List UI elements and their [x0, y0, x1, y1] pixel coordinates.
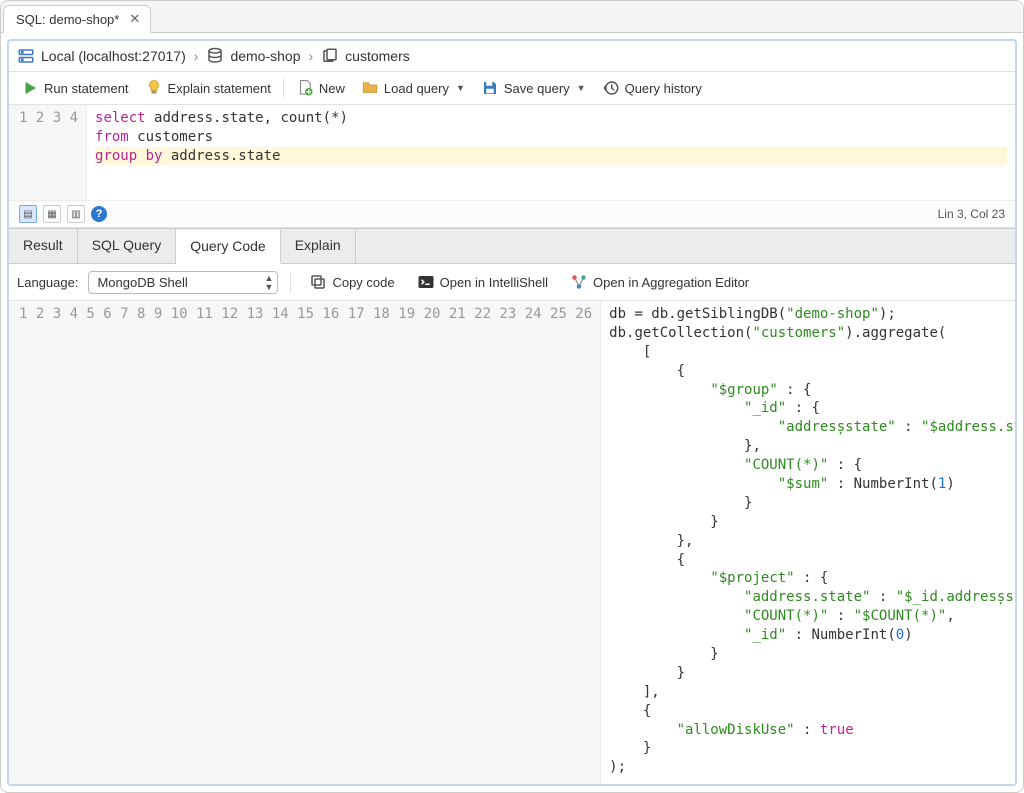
open-intellishell-button[interactable]: Open in IntelliShell [411, 270, 554, 294]
run-statement-label: Run statement [44, 81, 129, 96]
query-history-button[interactable]: Query history [596, 76, 708, 100]
sql-gutter: 1 2 3 4 [9, 105, 87, 200]
code-gutter: 1 2 3 4 5 6 7 8 9 10 11 12 13 14 15 16 1… [9, 301, 601, 784]
history-icon [602, 79, 620, 97]
toolbar: Run statement Explain statement New Load… [9, 72, 1015, 105]
language-select[interactable]: MongoDB Shell ▲▼ [88, 271, 278, 294]
collection-icon [321, 47, 339, 65]
database-icon [206, 47, 224, 65]
tab-sql-query[interactable]: SQL Query [78, 229, 177, 263]
toolbar-separator [290, 272, 291, 292]
play-icon [21, 79, 39, 97]
tab-query-code[interactable]: Query Code [176, 230, 280, 264]
save-query-label: Save query [504, 81, 570, 96]
breadcrumb-connection[interactable]: Local (localhost:27017) [17, 47, 186, 65]
save-query-button[interactable]: Save query ▼ [475, 76, 592, 100]
breadcrumb-collection-label: customers [345, 48, 410, 64]
cursor-position-label: Lin 3, Col 23 [938, 207, 1005, 221]
folder-icon [361, 79, 379, 97]
open-intellishell-label: Open in IntelliShell [440, 275, 548, 290]
editor-pane: Local (localhost:27017) › demo-shop › cu… [7, 39, 1017, 786]
breadcrumb-separator: › [194, 48, 199, 64]
open-aggregation-editor-label: Open in Aggregation Editor [593, 275, 749, 290]
breadcrumb: Local (localhost:27017) › demo-shop › cu… [9, 41, 1015, 72]
view-mode-button-3[interactable]: ▥ [67, 205, 85, 223]
explain-statement-button[interactable]: Explain statement [139, 76, 277, 100]
copy-code-button[interactable]: Copy code [303, 270, 400, 294]
view-mode-button-1[interactable]: ▤ [19, 205, 37, 223]
query-history-label: Query history [625, 81, 702, 96]
help-icon[interactable]: ? [91, 206, 107, 222]
file-tab-sql-demo-shop[interactable]: SQL: demo-shop* ✕ [3, 5, 151, 33]
file-tab-title: SQL: demo-shop* [16, 12, 119, 27]
view-mode-button-2[interactable]: ▦ [43, 205, 61, 223]
new-query-button[interactable]: New [290, 76, 351, 100]
new-query-label: New [319, 81, 345, 96]
lightbulb-icon [145, 79, 163, 97]
save-icon [481, 79, 499, 97]
dropdown-caret-icon: ▼ [577, 83, 586, 93]
breadcrumb-separator: › [308, 48, 313, 64]
new-file-icon [296, 79, 314, 97]
language-label: Language: [17, 275, 78, 290]
explain-statement-label: Explain statement [168, 81, 271, 96]
tab-explain[interactable]: Explain [281, 229, 356, 263]
file-tab-bar: SQL: demo-shop* ✕ [1, 1, 1023, 33]
generated-code-area[interactable]: db = db.getSiblingDB("demo-shop"); db.ge… [601, 301, 1015, 784]
terminal-icon [417, 273, 435, 291]
breadcrumb-database[interactable]: demo-shop [206, 47, 300, 65]
load-query-button[interactable]: Load query ▼ [355, 76, 471, 100]
toolbar-separator [283, 78, 284, 98]
run-statement-button[interactable]: Run statement [15, 76, 135, 100]
breadcrumb-collection[interactable]: customers [321, 47, 410, 65]
copy-icon [309, 273, 327, 291]
breadcrumb-database-label: demo-shop [230, 48, 300, 64]
generated-code-editor[interactable]: 1 2 3 4 5 6 7 8 9 10 11 12 13 14 15 16 1… [9, 301, 1015, 784]
result-tabs: Result SQL Query Query Code Explain [9, 228, 1015, 264]
language-selected-value: MongoDB Shell [97, 275, 187, 290]
sql-editor[interactable]: 1 2 3 4 select address.state, count(*) f… [9, 105, 1015, 228]
sql-code-area[interactable]: select address.state, count(*) from cust… [87, 105, 1015, 200]
load-query-label: Load query [384, 81, 449, 96]
close-icon[interactable]: ✕ [129, 11, 140, 27]
select-arrows-icon: ▲▼ [265, 274, 274, 292]
breadcrumb-connection-label: Local (localhost:27017) [41, 48, 186, 64]
sql-editor-statusbar: ▤ ▦ ▥ ? Lin 3, Col 23 [9, 200, 1015, 227]
server-icon [17, 47, 35, 65]
aggregation-icon [570, 273, 588, 291]
app-window: SQL: demo-shop* ✕ Local (localhost:27017… [0, 0, 1024, 793]
tab-result[interactable]: Result [9, 229, 78, 263]
dropdown-caret-icon: ▼ [456, 83, 465, 93]
code-toolbar: Language: MongoDB Shell ▲▼ Copy code Ope… [9, 264, 1015, 301]
open-aggregation-editor-button[interactable]: Open in Aggregation Editor [564, 270, 755, 294]
copy-code-label: Copy code [332, 275, 394, 290]
